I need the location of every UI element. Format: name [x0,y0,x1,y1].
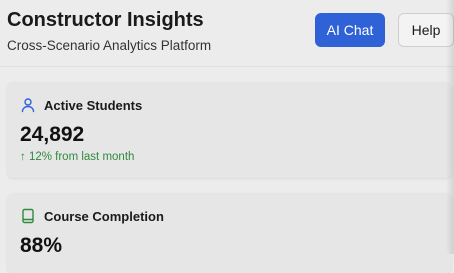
app-header: Constructor Insights Cross-Scenario Anal… [0,0,454,66]
course-completion-card: Course Completion 88% [7,193,452,273]
card-value: 88% [20,234,63,257]
active-students-card: Active Students 24,892 ↑ 12% from last m… [7,82,452,178]
card-label: Active Students [44,97,143,113]
book-icon [20,208,36,224]
card-header: Course Completion [20,207,164,225]
app-subtitle: Cross-Scenario Analytics Platform [7,38,212,53]
app-root: { "header": { "title": "Constructor Insi… [0,0,454,273]
app-title: Constructor Insights [7,9,204,31]
card-label: Course Completion [44,208,164,224]
card-header: Active Students [20,96,142,114]
help-button[interactable]: Help [398,13,454,47]
header-divider [0,66,454,67]
trend-indicator: ↑ 12% from last month [20,151,135,163]
user-icon [20,97,36,113]
card-value: 24,892 [20,123,85,146]
ai-chat-button[interactable]: AI Chat [315,13,385,47]
